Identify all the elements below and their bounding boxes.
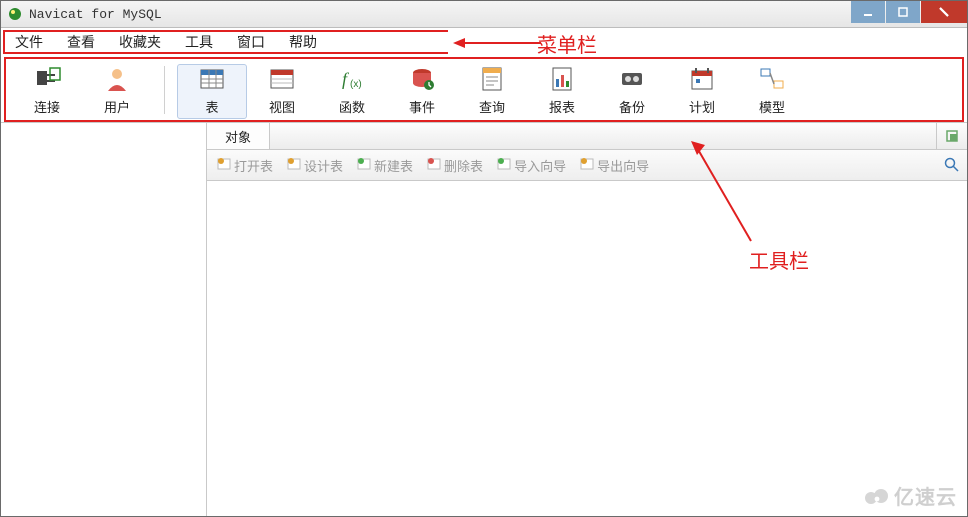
menu-item-1[interactable]: 查看 [61, 32, 113, 52]
open-label: 打开表 [234, 156, 273, 175]
object-list-area[interactable] [207, 181, 967, 517]
maximize-button[interactable] [886, 1, 920, 23]
delete-label: 删除表 [444, 156, 483, 175]
menu-item-4[interactable]: 窗口 [231, 32, 283, 52]
minimize-button[interactable] [851, 1, 885, 23]
event-icon [408, 65, 436, 93]
open-button[interactable]: 打开表 [213, 156, 277, 175]
svg-text:(x): (x) [350, 79, 362, 90]
open-table-icon [217, 157, 231, 174]
backup-button[interactable]: 备份 [597, 64, 667, 119]
model-button[interactable]: 模型 [737, 64, 807, 119]
import-icon [497, 157, 511, 174]
schedule-label: 计划 [689, 97, 715, 116]
design-table-icon [287, 157, 301, 174]
watermark-icon [864, 487, 890, 505]
object-toolbar: 打开表 设计表 新建表 删除表 导入向导 导出向导 [207, 150, 967, 181]
export-button[interactable]: 导出向导 [576, 156, 653, 175]
main-toolbar: 连接 用户 表 视图 f(x) 函数 事件 查询 报表 备份 计划 模型 [6, 61, 962, 119]
toolbar-group-0: 连接 用户 [6, 64, 158, 119]
main-toolbar-box: 连接 用户 表 视图 f(x) 函数 事件 查询 报表 备份 计划 模型 [4, 57, 964, 122]
design-label: 设计表 [304, 156, 343, 175]
table-label: 表 [205, 97, 218, 116]
view-label: 视图 [269, 97, 295, 116]
body-split: 对象 打开表 设计表 新建表 删除表 导入向导 导出向导 [1, 122, 967, 517]
window-controls [851, 1, 967, 23]
new-button[interactable]: 新建表 [353, 156, 417, 175]
function-icon: f(x) [338, 65, 366, 93]
view-button[interactable]: 视图 [247, 64, 317, 119]
connection-tree-pane[interactable] [1, 123, 207, 517]
toolbar-group-1: 表 视图 f(x) 函数 事件 查询 报表 备份 计划 模型 [171, 64, 813, 119]
user-label: 用户 [104, 97, 130, 116]
toolbar-separator [164, 66, 165, 114]
delete-table-icon [427, 157, 441, 174]
event-label: 事件 [409, 97, 435, 116]
titlebar: Navicat for MySQL [1, 1, 967, 28]
menubar: 文件查看收藏夹工具窗口帮助 [3, 30, 448, 54]
app-window: Navicat for MySQL 文件查看收藏夹工具窗口帮助 菜单栏 连接 用户… [0, 0, 968, 517]
search-icon[interactable] [943, 156, 961, 174]
app-icon [7, 6, 23, 22]
query-icon [478, 65, 506, 93]
schedule-button[interactable]: 计划 [667, 64, 737, 119]
backup-label: 备份 [619, 97, 645, 116]
object-tab-label: 对象 [225, 127, 251, 146]
view-icon [268, 65, 296, 93]
user-icon [103, 65, 131, 93]
object-tab[interactable]: 对象 [207, 123, 270, 149]
connect-label: 连接 [34, 97, 60, 116]
table-icon [198, 65, 226, 93]
watermark-text: 亿速云 [894, 481, 957, 510]
app-title: Navicat for MySQL [29, 7, 162, 22]
import-button[interactable]: 导入向导 [493, 156, 570, 175]
export-icon [580, 157, 594, 174]
object-tab-bar: 对象 [207, 123, 967, 150]
report-label: 报表 [549, 97, 575, 116]
backup-icon [618, 65, 646, 93]
new-table-icon [357, 157, 371, 174]
user-button[interactable]: 用户 [82, 64, 152, 119]
function-label: 函数 [339, 97, 365, 116]
watermark: 亿速云 [864, 481, 957, 510]
event-button[interactable]: 事件 [387, 64, 457, 119]
function-button[interactable]: f(x) 函数 [317, 64, 387, 119]
new-label: 新建表 [374, 156, 413, 175]
delete-button[interactable]: 删除表 [423, 156, 487, 175]
menu-item-5[interactable]: 帮助 [283, 32, 335, 52]
import-label: 导入向导 [514, 156, 566, 175]
schedule-icon [688, 65, 716, 93]
svg-text:f: f [342, 69, 350, 89]
main-pane: 对象 打开表 设计表 新建表 删除表 导入向导 导出向导 [207, 123, 967, 517]
model-label: 模型 [759, 97, 785, 116]
annotation-menu-label: 菜单栏 [537, 29, 597, 58]
export-label: 导出向导 [597, 156, 649, 175]
report-button[interactable]: 报表 [527, 64, 597, 119]
query-button[interactable]: 查询 [457, 64, 527, 119]
model-icon [758, 65, 786, 93]
report-icon [548, 65, 576, 93]
menu-item-0[interactable]: 文件 [9, 32, 61, 52]
design-button[interactable]: 设计表 [283, 156, 347, 175]
menu-item-2[interactable]: 收藏夹 [113, 32, 179, 52]
table-button[interactable]: 表 [177, 64, 247, 119]
menu-item-3[interactable]: 工具 [179, 32, 231, 52]
tab-overflow-button[interactable] [936, 123, 967, 149]
query-label: 查询 [479, 97, 505, 116]
plug-icon [33, 65, 61, 93]
close-button[interactable] [921, 1, 967, 23]
connect-button[interactable]: 连接 [12, 64, 82, 119]
